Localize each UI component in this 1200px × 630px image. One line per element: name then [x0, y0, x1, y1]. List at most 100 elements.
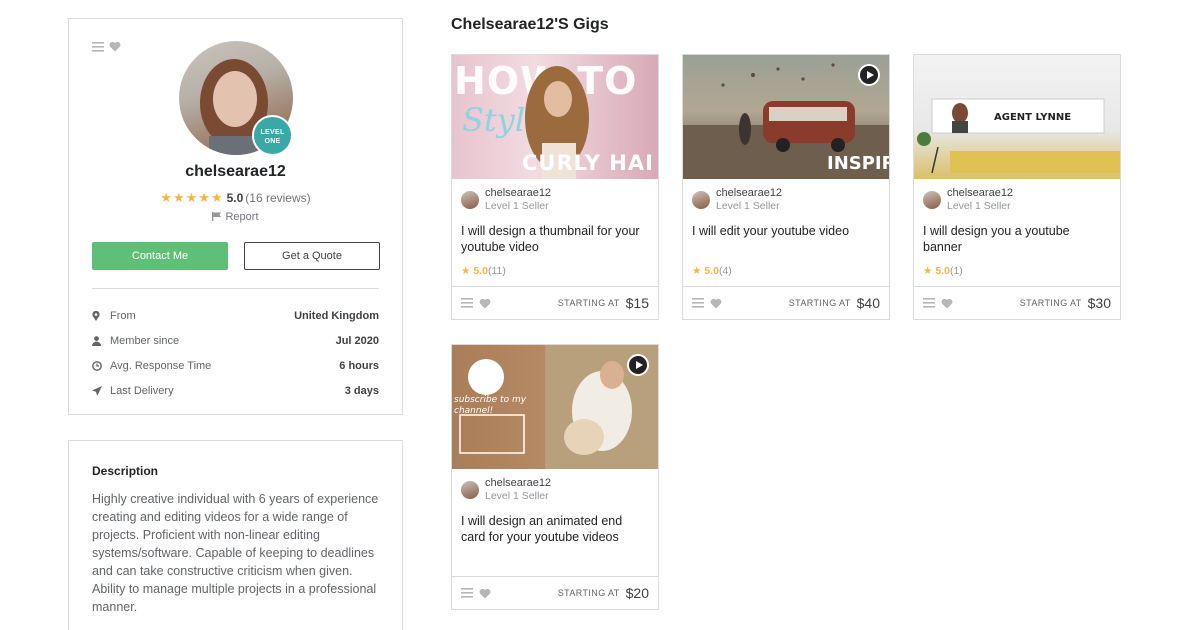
report-link[interactable]: Report: [69, 211, 402, 223]
card-tools: [92, 41, 121, 52]
stat-row-response-time: Avg. Response Time 6 hours: [92, 353, 379, 378]
thumb-text: CURLY HAI: [522, 151, 654, 175]
gig-thumbnail[interactable]: INSPIRIN: [683, 55, 889, 179]
gig-footer: STARTING AT $40: [683, 286, 889, 319]
gig-rating: ★ 5.0(1): [923, 265, 963, 277]
seller-level: Level 1 Seller: [485, 490, 549, 502]
stat-value: Jul 2020: [335, 334, 379, 347]
rating-value: 5.0: [226, 191, 244, 205]
gig-thumbnail[interactable]: subscribe to my channel!: [452, 345, 658, 469]
seller-avatar: [461, 481, 479, 499]
location-pin-icon: [92, 310, 110, 321]
get-a-quote-button[interactable]: Get a Quote: [244, 242, 380, 270]
gig-price[interactable]: $20: [626, 585, 649, 601]
seller-level: Level 1 Seller: [716, 200, 780, 212]
level-badge: LEVEL ONE: [252, 115, 293, 156]
gig-title[interactable]: I will design a thumbnail for your youtu…: [461, 223, 649, 255]
gig-rating-value: 5.0: [473, 265, 488, 277]
list-icon[interactable]: [461, 588, 473, 598]
star-icon: ★: [923, 265, 933, 277]
star-rating-icon: ★★★★★: [160, 190, 224, 205]
paper-plane-icon: [92, 385, 110, 396]
heart-icon[interactable]: [479, 298, 491, 309]
gig-rating-count: (11): [487, 265, 506, 277]
description-text: Highly creative individual with 6 years …: [92, 492, 379, 614]
stat-label: Member since: [110, 334, 180, 347]
heart-icon[interactable]: [109, 41, 121, 52]
thumb-text: INSPIRIN: [827, 153, 889, 174]
star-icon: ★: [692, 265, 702, 277]
stat-label: From: [110, 309, 136, 322]
stat-row-last-delivery: Last Delivery 3 days: [92, 378, 379, 403]
gig-card[interactable]: subscribe to my channel! chelsearae12 Le…: [451, 344, 659, 610]
flag-icon: [212, 212, 222, 221]
gig-footer: STARTING AT $15: [452, 286, 658, 319]
list-icon[interactable]: [923, 298, 935, 308]
level-badge-text: LEVEL ONE: [260, 129, 285, 145]
gig-thumbnail[interactable]: HOW TO Style CURLY HAI: [452, 55, 658, 179]
gig-price[interactable]: $15: [626, 295, 649, 311]
gig-card[interactable]: INSPIRIN chelsearae12 Level 1 Seller I w…: [682, 54, 890, 320]
rating-row: ★★★★★ 5.0 (16 reviews): [69, 190, 402, 206]
stat-value: 6 hours: [339, 359, 379, 372]
stat-row-from: From United Kingdom: [92, 303, 379, 328]
gig-rating-count: (4): [718, 265, 732, 277]
description-card: Description Highly creative individual w…: [68, 440, 403, 630]
username[interactable]: chelsearae12: [69, 163, 402, 181]
gig-footer: STARTING AT $30: [914, 286, 1120, 319]
gig-rating: ★ 5.0(4): [692, 265, 732, 277]
gig-title[interactable]: I will design you a youtube banner: [923, 223, 1111, 255]
seller-name: chelsearae12: [947, 187, 1014, 199]
gig-seller[interactable]: chelsearae12 Level 1 Seller: [692, 187, 782, 213]
gig-seller[interactable]: chelsearae12 Level 1 Seller: [923, 187, 1013, 213]
seller-name: chelsearae12: [485, 477, 552, 489]
starting-at-label: STARTING AT: [557, 298, 620, 308]
user-icon: [92, 335, 110, 346]
reviews-count[interactable]: (16 reviews): [245, 191, 310, 205]
list-icon[interactable]: [461, 298, 473, 308]
seller-avatar: [692, 191, 710, 209]
stat-value: 3 days: [344, 384, 379, 397]
list-icon[interactable]: [92, 41, 104, 52]
gigs-section-title: Chelsearae12'S Gigs: [451, 16, 609, 33]
thumb-text: subscribe to my channel!: [454, 395, 527, 416]
seller-name: chelsearae12: [485, 187, 552, 199]
seller-profile-card: LEVEL ONE chelsearae12 ★★★★★ 5.0 (16 revie…: [68, 18, 403, 415]
gig-rating-count: (1): [949, 265, 963, 277]
starting-at-label: STARTING AT: [557, 588, 620, 598]
gig-title[interactable]: I will design an animated end card for y…: [461, 513, 649, 545]
thumb-text: AGENT LYNNE: [994, 112, 1072, 123]
gig-card[interactable]: AGENT LYNNE chelsearae12 Level 1 Seller …: [913, 54, 1121, 320]
gig-seller[interactable]: chelsearae12 Level 1 Seller: [461, 187, 551, 213]
list-icon[interactable]: [692, 298, 704, 308]
gig-footer: STARTING AT $20: [452, 576, 658, 609]
stat-label: Avg. Response Time: [110, 359, 212, 372]
gig-rating-value: 5.0: [935, 265, 950, 277]
stat-label: Last Delivery: [110, 384, 174, 397]
gig-seller[interactable]: chelsearae12 Level 1 Seller: [461, 477, 551, 503]
heart-icon[interactable]: [479, 588, 491, 599]
gig-title[interactable]: I will edit your youtube video: [692, 223, 880, 239]
seller-level: Level 1 Seller: [947, 200, 1011, 212]
stat-row-member-since: Member since Jul 2020: [92, 328, 379, 353]
heart-icon[interactable]: [941, 298, 953, 309]
contact-me-button[interactable]: Contact Me: [92, 242, 228, 270]
gig-thumbnail[interactable]: AGENT LYNNE: [914, 55, 1120, 179]
description-title: Description: [92, 464, 159, 478]
seller-avatar: [923, 191, 941, 209]
seller-level: Level 1 Seller: [485, 200, 549, 212]
gig-price[interactable]: $40: [857, 295, 880, 311]
seller-avatar: [461, 191, 479, 209]
play-icon[interactable]: [627, 354, 649, 376]
clock-icon: [92, 360, 110, 371]
stat-value: United Kingdom: [294, 309, 379, 322]
gig-card[interactable]: HOW TO Style CURLY HAI chelsearae12 Leve…: [451, 54, 659, 320]
play-icon[interactable]: [858, 64, 880, 86]
seller-stats: From United Kingdom Member since Jul 202…: [92, 303, 379, 403]
gig-rating: ★ 5.0(11): [461, 265, 506, 277]
heart-icon[interactable]: [710, 298, 722, 309]
seller-name: chelsearae12: [716, 187, 783, 199]
gig-rating-value: 5.0: [704, 265, 719, 277]
gig-price[interactable]: $30: [1088, 295, 1111, 311]
profile-avatar[interactable]: LEVEL ONE: [179, 41, 293, 156]
